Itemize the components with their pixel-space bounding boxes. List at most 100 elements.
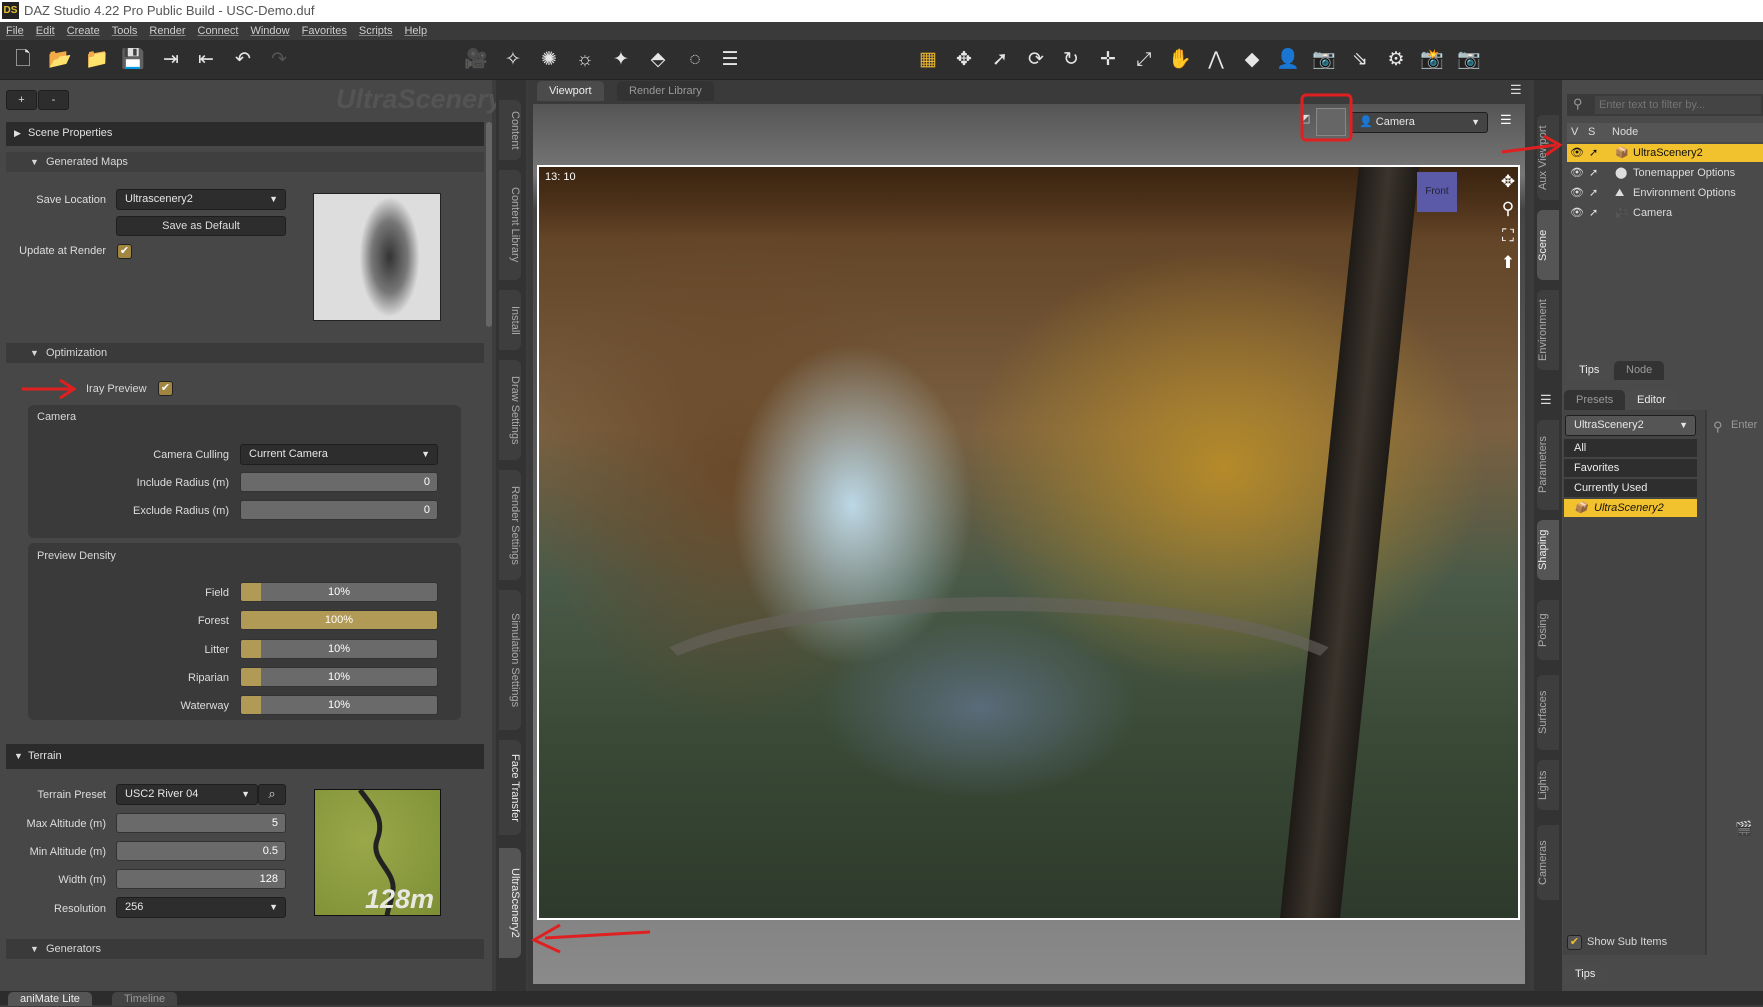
tab-environment[interactable]: Environment	[1537, 290, 1559, 370]
draw-style-icon[interactable]: ◩	[1300, 112, 1314, 132]
resolution-dropdown[interactable]: 256 ▼	[116, 897, 286, 918]
frame-icon[interactable]: ⛶	[1498, 222, 1518, 249]
tab-lights[interactable]: Lights	[1537, 760, 1559, 810]
translate-tool-icon[interactable]: ✛	[1095, 48, 1121, 72]
eye-icon[interactable]: 👁	[1570, 144, 1584, 162]
surface-tool-icon[interactable]: ◆	[1239, 48, 1265, 72]
redo-icon[interactable]: ↷	[266, 48, 292, 72]
tab-cameras[interactable]: Cameras	[1537, 825, 1559, 900]
joint-editor-icon[interactable]: ⋀	[1203, 48, 1229, 72]
pan-icon[interactable]: ✥	[1498, 168, 1518, 195]
col-selectable[interactable]: S	[1588, 123, 1595, 142]
tab-render-settings[interactable]: Render Settings	[499, 470, 521, 580]
perspective-view-button[interactable]	[1316, 108, 1346, 136]
density-slider[interactable]: 10%	[240, 695, 438, 716]
create-camera-icon[interactable]: 🎥	[463, 48, 489, 72]
viewport-grid-icon[interactable]: ▦	[915, 48, 941, 72]
tab-aux-viewport[interactable]: Aux Viewport	[1537, 115, 1559, 200]
terrain-preset-dropdown[interactable]: USC2 River 04 ▼	[116, 784, 258, 805]
density-slider[interactable]: 10%	[240, 638, 438, 659]
min-altitude-input[interactable]: 0.5	[116, 841, 286, 861]
menu-render[interactable]: Render	[149, 25, 185, 37]
property-search-input[interactable]: Enter	[1731, 419, 1757, 431]
shaping-category-item[interactable]: Favorites	[1564, 459, 1697, 478]
scene-node-row[interactable]: 👁 ➚ ⬤ Tonemapper Options	[1567, 164, 1763, 182]
select-cursor-icon[interactable]: ➚	[1589, 164, 1598, 182]
tab-content-library[interactable]: Content Library	[499, 170, 521, 280]
scene-node-row[interactable]: 👁 ➚ 🎥 Camera	[1567, 204, 1763, 222]
max-altitude-input[interactable]: 5	[116, 813, 286, 833]
shaping-menu-icon[interactable]: ☰	[1540, 392, 1552, 408]
spotlight-icon[interactable]: ✧	[500, 48, 526, 72]
menu-connect[interactable]: Connect	[198, 25, 239, 37]
view-cube[interactable]: Front	[1417, 172, 1457, 212]
tab-face-transfer[interactable]: Face Transfer	[499, 740, 521, 835]
menu-tools[interactable]: Tools	[112, 25, 138, 37]
tab-editor[interactable]: Editor	[1625, 390, 1678, 410]
density-slider[interactable]: 10%	[240, 582, 438, 602]
tab-posing[interactable]: Posing	[1537, 600, 1559, 660]
primitive-icon[interactable]: ⬘	[645, 48, 671, 72]
camera-culling-dropdown[interactable]: Current Camera ▼	[240, 444, 438, 465]
shaping-category-item[interactable]: All	[1564, 439, 1697, 458]
menu-create[interactable]: Create	[67, 25, 100, 37]
figure-setup-icon[interactable]: ◌	[682, 48, 708, 72]
camera-dropdown[interactable]: 👤 Camera ▼	[1350, 112, 1488, 133]
eye-icon[interactable]: 👁	[1570, 164, 1584, 182]
point-light-icon[interactable]: ✺	[536, 48, 562, 72]
tab-tips[interactable]: Tips	[1567, 361, 1612, 380]
geometry-editor-icon[interactable]: 👤	[1275, 48, 1301, 72]
tab-timeline[interactable]: Timeline	[112, 992, 178, 1006]
viewport-options-icon[interactable]: ☰	[1500, 112, 1512, 128]
section-terrain[interactable]: ▼ Terrain	[6, 744, 484, 769]
remove-button[interactable]: -	[38, 90, 69, 110]
import-icon[interactable]: ⇥	[158, 48, 184, 72]
new-file-icon[interactable]: 🗋	[10, 48, 36, 72]
universal-tool-icon[interactable]: ✥	[951, 48, 977, 72]
menu-window[interactable]: Window	[250, 25, 289, 37]
tab-scene[interactable]: Scene	[1537, 210, 1559, 280]
terrain-search-button[interactable]: ⌕	[258, 784, 286, 805]
section-scene-properties[interactable]: ▶ Scene Properties	[6, 122, 484, 146]
render-settings-icon[interactable]: ⚙	[1383, 48, 1409, 72]
shaping-category-item[interactable]: 📦 UltraScenery2	[1564, 499, 1697, 518]
save-icon[interactable]: 💾	[120, 48, 146, 72]
menu-help[interactable]: Help	[404, 25, 427, 37]
save-as-default-button[interactable]: Save as Default	[116, 216, 286, 236]
twist-tool-icon[interactable]: ↻	[1058, 48, 1084, 72]
tab-tips-bottom[interactable]: Tips	[1563, 965, 1608, 984]
node-selection-icon[interactable]: ➚	[987, 48, 1013, 72]
scene-filter[interactable]: ⚲	[1567, 94, 1763, 116]
scene-filter-input[interactable]	[1595, 96, 1761, 114]
section-generated-maps[interactable]: ▼ Generated Maps	[6, 152, 484, 172]
density-slider[interactable]: 10%	[240, 666, 438, 687]
section-generators[interactable]: ▼ Generators	[6, 939, 484, 959]
eye-icon[interactable]: 👁	[1570, 184, 1584, 202]
tab-shaping[interactable]: Shaping	[1537, 520, 1559, 580]
menu-favorites[interactable]: Favorites	[302, 25, 347, 37]
tab-animate-lite[interactable]: aniMate Lite	[8, 992, 92, 1006]
render-icon[interactable]: 📷	[1311, 48, 1337, 72]
orbit-icon[interactable]: ⬆	[1498, 249, 1518, 276]
tab-ultrascenery2[interactable]: UltraScenery2	[499, 848, 521, 958]
tab-render-library[interactable]: Render Library	[617, 81, 714, 101]
menu-file[interactable]: File	[6, 25, 24, 37]
scene-node-row[interactable]: 👁 ➚ 📦 UltraScenery2	[1567, 144, 1763, 162]
tab-content[interactable]: Content	[499, 100, 521, 160]
iray-preview-checkbox[interactable]: ✔	[158, 381, 173, 396]
tab-presets[interactable]: Presets	[1564, 390, 1626, 410]
align-icon[interactable]: ☰	[717, 48, 743, 72]
menu-scripts[interactable]: Scripts	[359, 25, 393, 37]
tab-surfaces[interactable]: Surfaces	[1537, 675, 1559, 750]
density-slider[interactable]: 100%	[240, 610, 438, 631]
merge-icon[interactable]: 📁	[84, 48, 110, 72]
iray-icon[interactable]: ⇘	[1347, 48, 1373, 72]
tab-node[interactable]: Node	[1614, 361, 1665, 380]
undo-icon[interactable]: ↶	[230, 48, 256, 72]
tab-draw-settings[interactable]: Draw Settings	[499, 360, 521, 460]
zoom-icon[interactable]: ⚲	[1498, 195, 1518, 222]
col-visible[interactable]: V	[1571, 123, 1578, 142]
col-node[interactable]: Node	[1612, 123, 1638, 142]
add-button[interactable]: +	[6, 90, 37, 110]
tab-viewport[interactable]: Viewport	[537, 81, 604, 101]
